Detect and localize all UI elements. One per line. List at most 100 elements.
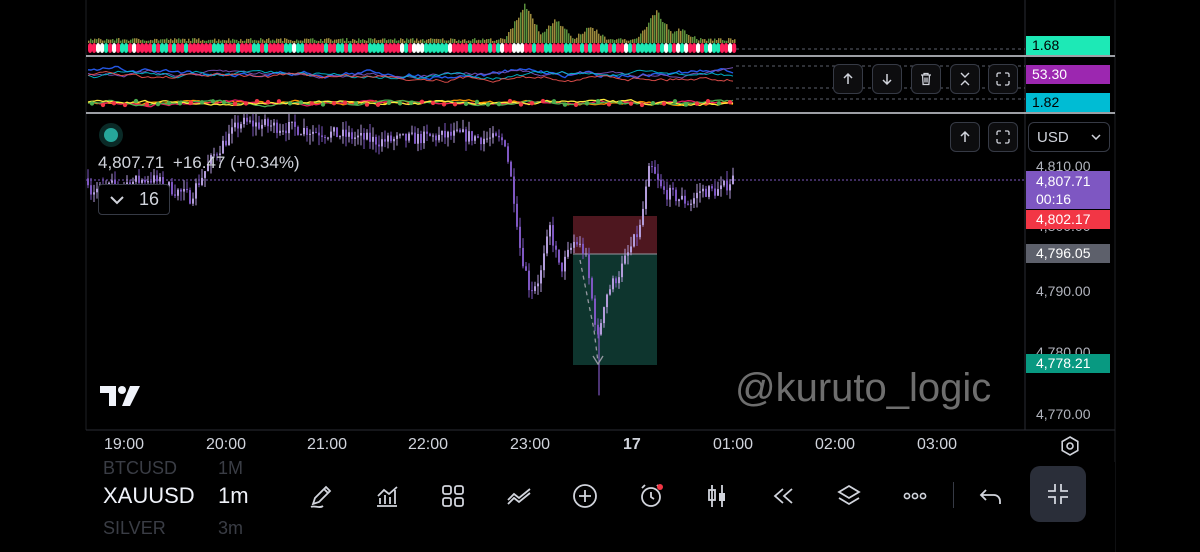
candle-body [621,263,623,278]
histogram-bar [630,39,632,43]
candle-body [462,129,464,133]
candle-body [675,189,677,202]
add-button[interactable] [563,474,607,518]
histogram-bar [436,38,438,43]
histogram-bar [620,38,622,43]
histogram-bar [614,40,616,43]
candle-body [177,189,179,196]
currency-select[interactable]: USD [1028,122,1110,152]
move-up-button[interactable] [833,64,863,94]
signal-dot [384,43,389,53]
signal-dot [576,43,581,53]
histogram-bar [314,39,316,43]
macd-dot [441,102,447,107]
candle-body [195,183,197,199]
histogram-bar [182,38,184,43]
compare-button[interactable] [497,474,541,518]
histogram-bar [258,40,260,43]
candle-body [528,270,530,291]
histogram-bar [514,21,516,43]
signal-dot [320,43,325,53]
signal-dot [268,43,273,53]
undo-button[interactable] [969,474,1013,518]
signal-dot [452,43,457,53]
histogram-bar [688,34,690,43]
candle-body [381,139,383,147]
main-pane-up-button[interactable] [950,122,980,152]
histogram-bar [96,39,98,43]
signal-dot [180,43,185,53]
histogram-bar [524,3,526,44]
signal-dot [688,43,693,53]
layers-icon [837,484,861,506]
candle-body [327,137,329,139]
exit-fullscreen-button[interactable] [1030,466,1086,522]
candle-body [558,249,560,263]
candle-body [624,255,626,264]
histogram-bar [474,38,476,43]
candle-body [291,121,293,123]
interval-selector[interactable]: 1m [218,483,249,509]
main-pane-maximize-button[interactable] [988,122,1018,152]
histogram-bar [324,38,326,43]
candle-body [501,137,503,141]
more-button[interactable] [893,474,937,518]
histogram-bar [198,38,200,43]
histogram-bar [684,30,686,43]
histogram-bar [146,40,148,43]
candle-body [657,173,659,180]
take-profit-zone [573,254,657,365]
layout-button[interactable] [431,474,475,518]
histogram-bar [380,39,382,43]
signal-dot [556,43,561,53]
legend-change: +16.47 [172,153,226,172]
histogram-bar [698,40,700,43]
macd-dot [485,102,491,107]
histogram-bar [212,39,214,43]
candle-body [426,131,428,134]
maximize-pane-button[interactable] [988,64,1018,94]
candle-body [489,137,491,139]
candle-body [156,175,158,182]
candle-body [696,192,698,199]
replay-button[interactable] [761,474,805,518]
macd-dot [595,99,601,104]
histogram-bar [576,37,578,43]
candle-body [561,262,563,272]
indicators-button[interactable] [365,474,409,518]
watermark-text: @kuruto_logic [735,366,992,410]
candle-body [402,133,404,135]
indicator-value-1: 1.68 [1026,36,1110,55]
candle-body [453,130,455,136]
signal-dot [124,43,129,53]
signal-dot [372,43,377,53]
collapse-pane-button[interactable] [950,64,980,94]
histogram-bar [544,31,546,43]
candle-body [639,224,641,238]
histogram-bar [566,29,568,43]
histogram-bar [282,40,284,43]
drawing-tools-button[interactable] [299,474,343,518]
macd-dot [727,99,733,105]
histogram-bar [360,39,362,43]
histogram-bar [412,38,414,43]
signal-dot [732,43,737,53]
histogram-bar [414,40,416,43]
signal-dot [240,43,245,53]
move-down-button[interactable] [872,64,902,94]
rsi-indicator [87,65,734,83]
histogram-bar [644,29,646,43]
signal-dot [336,43,341,53]
object-tree-button[interactable] [827,474,871,518]
indicators-collapse-button[interactable]: 16 [98,184,170,215]
delete-indicator-button[interactable] [911,64,941,94]
macd-dot [430,100,436,106]
signal-dot [312,43,317,53]
chart-settings-button[interactable] [1056,432,1084,460]
alerts-button[interactable] [629,474,673,518]
candle-body [111,180,113,183]
symbol-selector[interactable]: XAUUSD [103,483,195,509]
histogram-bar [228,38,230,43]
chart-type-button[interactable] [695,474,739,518]
candle-body [492,133,494,138]
